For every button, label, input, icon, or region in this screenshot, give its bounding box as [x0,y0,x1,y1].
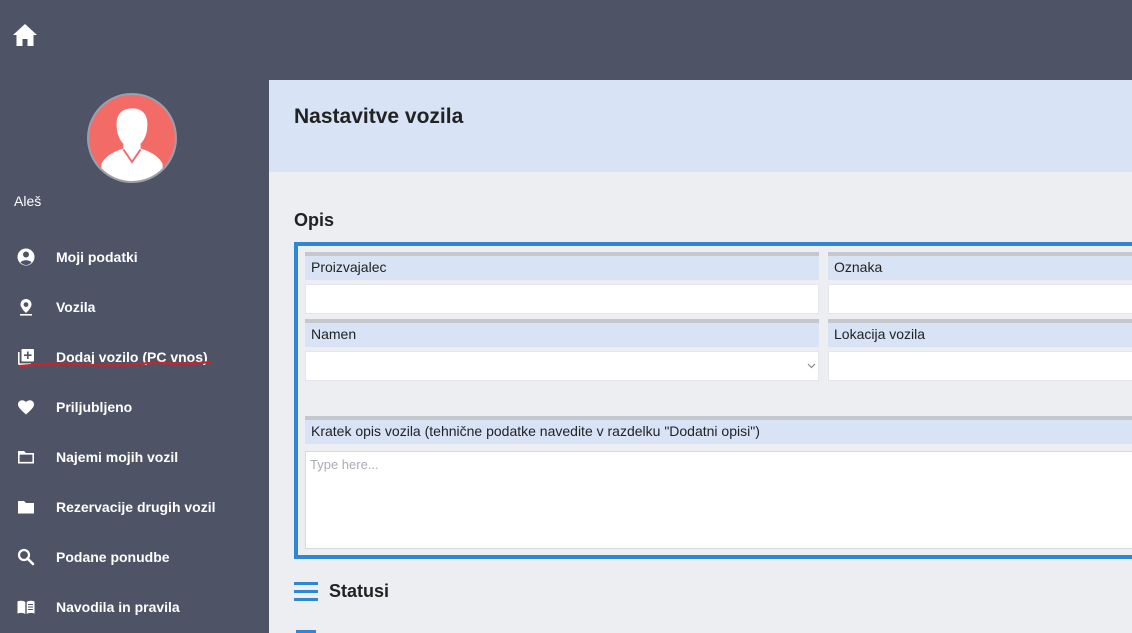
account-circle-icon [16,247,36,267]
section-title-opis: Opis [294,210,335,230]
sidebar-item-rezervacije[interactable]: Rezervacije drugih vozil [0,482,269,532]
user-avatar-icon[interactable] [87,93,177,183]
proizvajalec-input[interactable] [305,284,819,314]
sidebar-item-label: Navodila in pravila [56,599,180,615]
home-icon[interactable] [12,23,38,47]
lokacija-input[interactable] [828,351,1132,381]
username: Aleš [14,193,42,209]
sidebar-item-label: Podane ponudbe [56,549,170,565]
page-header: Nastavitve vozila [269,80,1132,172]
heart-icon [16,397,36,417]
book-icon [16,597,36,617]
sidebar-item-label: Priljubljeno [56,399,133,415]
sidebar-item-navodila[interactable]: Navodila in pravila [0,582,269,632]
kratek-opis-label: Kratek opis vozila (tehnične podatke nav… [305,416,1132,444]
oznaka-label: Oznaka [828,252,1132,280]
main-content: Nastavitve vozila Opis Proizvajalec Ozna… [269,80,1132,633]
top-bar [0,0,1132,80]
kratek-opis-field: Kratek opis vozila (tehnične podatke nav… [305,416,1132,444]
sidebar-item-najemi[interactable]: Najemi mojih vozil [0,432,269,482]
sidebar-item-moji-podatki[interactable]: Moji podatki [0,232,269,282]
menu-lines-icon[interactable] [294,581,318,602]
section-title-statusi: Statusi [329,581,390,601]
proizvajalec-field: Proizvajalec [305,252,819,314]
sidebar-item-label: Vozila [56,299,96,315]
folder-outline-icon [16,447,36,467]
page-title: Nastavitve vozila [294,105,464,128]
chevron-down-icon [807,363,816,369]
sidebar-item-vozila[interactable]: Vozila [0,282,269,332]
sidebar-item-label: Moji podatki [56,249,138,265]
namen-label: Namen [305,319,819,347]
sidebar-item-dodaj-vozilo[interactable]: Dodaj vozilo (PC vnos) [0,332,269,382]
namen-select[interactable] [305,351,819,381]
namen-field: Namen [305,319,819,381]
sidebar: Aleš Moji podatki Vozila Dodaj vozilo (P… [0,80,269,633]
proizvajalec-label: Proizvajalec [305,252,819,280]
folder-icon [16,497,36,517]
sidebar-item-label: Rezervacije drugih vozil [56,499,216,515]
location-pin-icon [16,297,36,317]
lokacija-field: Lokacija vozila [828,319,1132,381]
oznaka-field: Oznaka [828,252,1132,314]
opis-form: Proizvajalec Oznaka Namen Lokacija vozil… [294,242,1132,559]
oznaka-input[interactable] [828,284,1132,314]
sidebar-item-label: Najemi mojih vozil [56,449,179,465]
sidebar-item-podane-ponudbe[interactable]: Podane ponudbe [0,532,269,582]
sidebar-nav: Moji podatki Vozila Dodaj vozilo (PC vno… [0,232,269,632]
sidebar-item-priljubljeno[interactable]: Priljubljeno [0,382,269,432]
kratek-opis-textarea[interactable]: Type here... [305,451,1132,549]
search-icon [16,547,36,567]
lokacija-label: Lokacija vozila [828,319,1132,347]
annotation-underline [18,360,212,368]
